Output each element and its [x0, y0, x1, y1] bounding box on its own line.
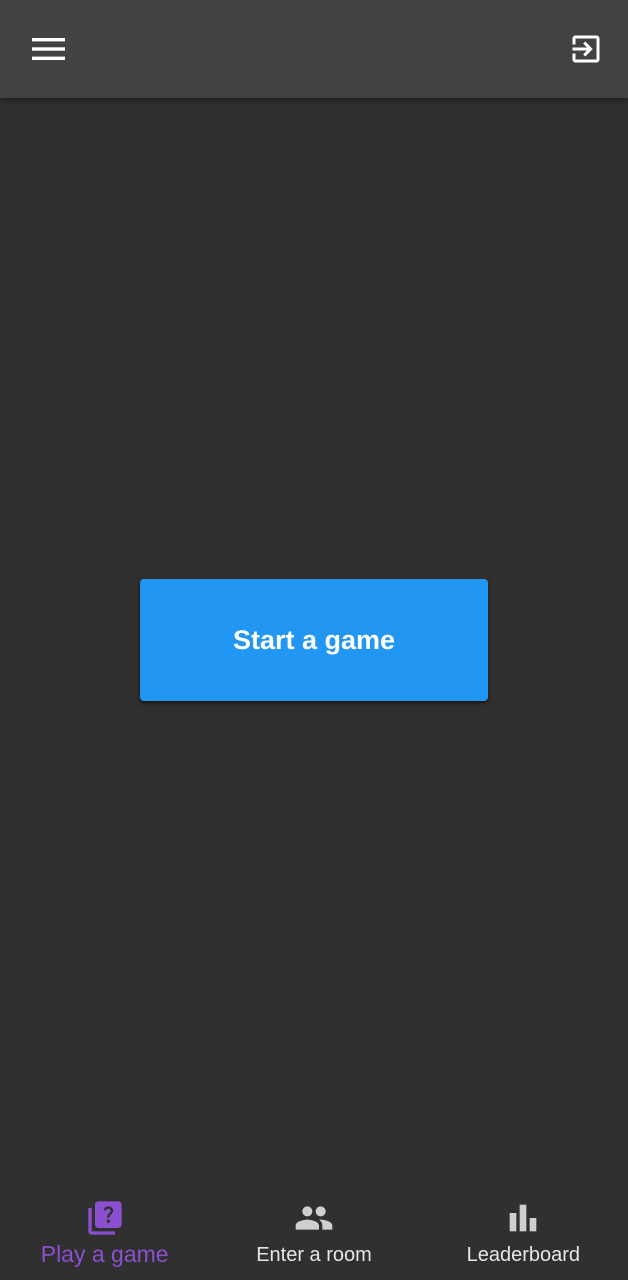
nav-label-play-a-game: Play a game — [40, 1241, 169, 1267]
quiz-icon — [85, 1198, 125, 1238]
nav-item-enter-a-room[interactable]: Enter a room — [209, 1180, 418, 1280]
app-screen: Start a game Play a game Enter a room Le… — [0, 0, 628, 1280]
exit-button[interactable] — [562, 25, 610, 73]
app-bar — [0, 0, 628, 98]
start-game-button[interactable]: Start a game — [140, 579, 488, 701]
main-content: Start a game — [0, 98, 628, 1180]
menu-button[interactable] — [25, 25, 73, 73]
nav-item-leaderboard[interactable]: Leaderboard — [419, 1180, 628, 1280]
exit-to-app-icon — [572, 35, 600, 63]
nav-item-play-a-game[interactable]: Play a game — [0, 1180, 209, 1280]
nav-label-enter-a-room: Enter a room — [256, 1244, 372, 1266]
bar-chart-icon — [503, 1198, 543, 1238]
hamburger-menu-icon — [32, 38, 65, 60]
nav-label-leaderboard: Leaderboard — [466, 1244, 581, 1266]
bottom-navigation: Play a game Enter a room Leaderboard — [0, 1180, 628, 1280]
people-icon — [294, 1198, 334, 1238]
